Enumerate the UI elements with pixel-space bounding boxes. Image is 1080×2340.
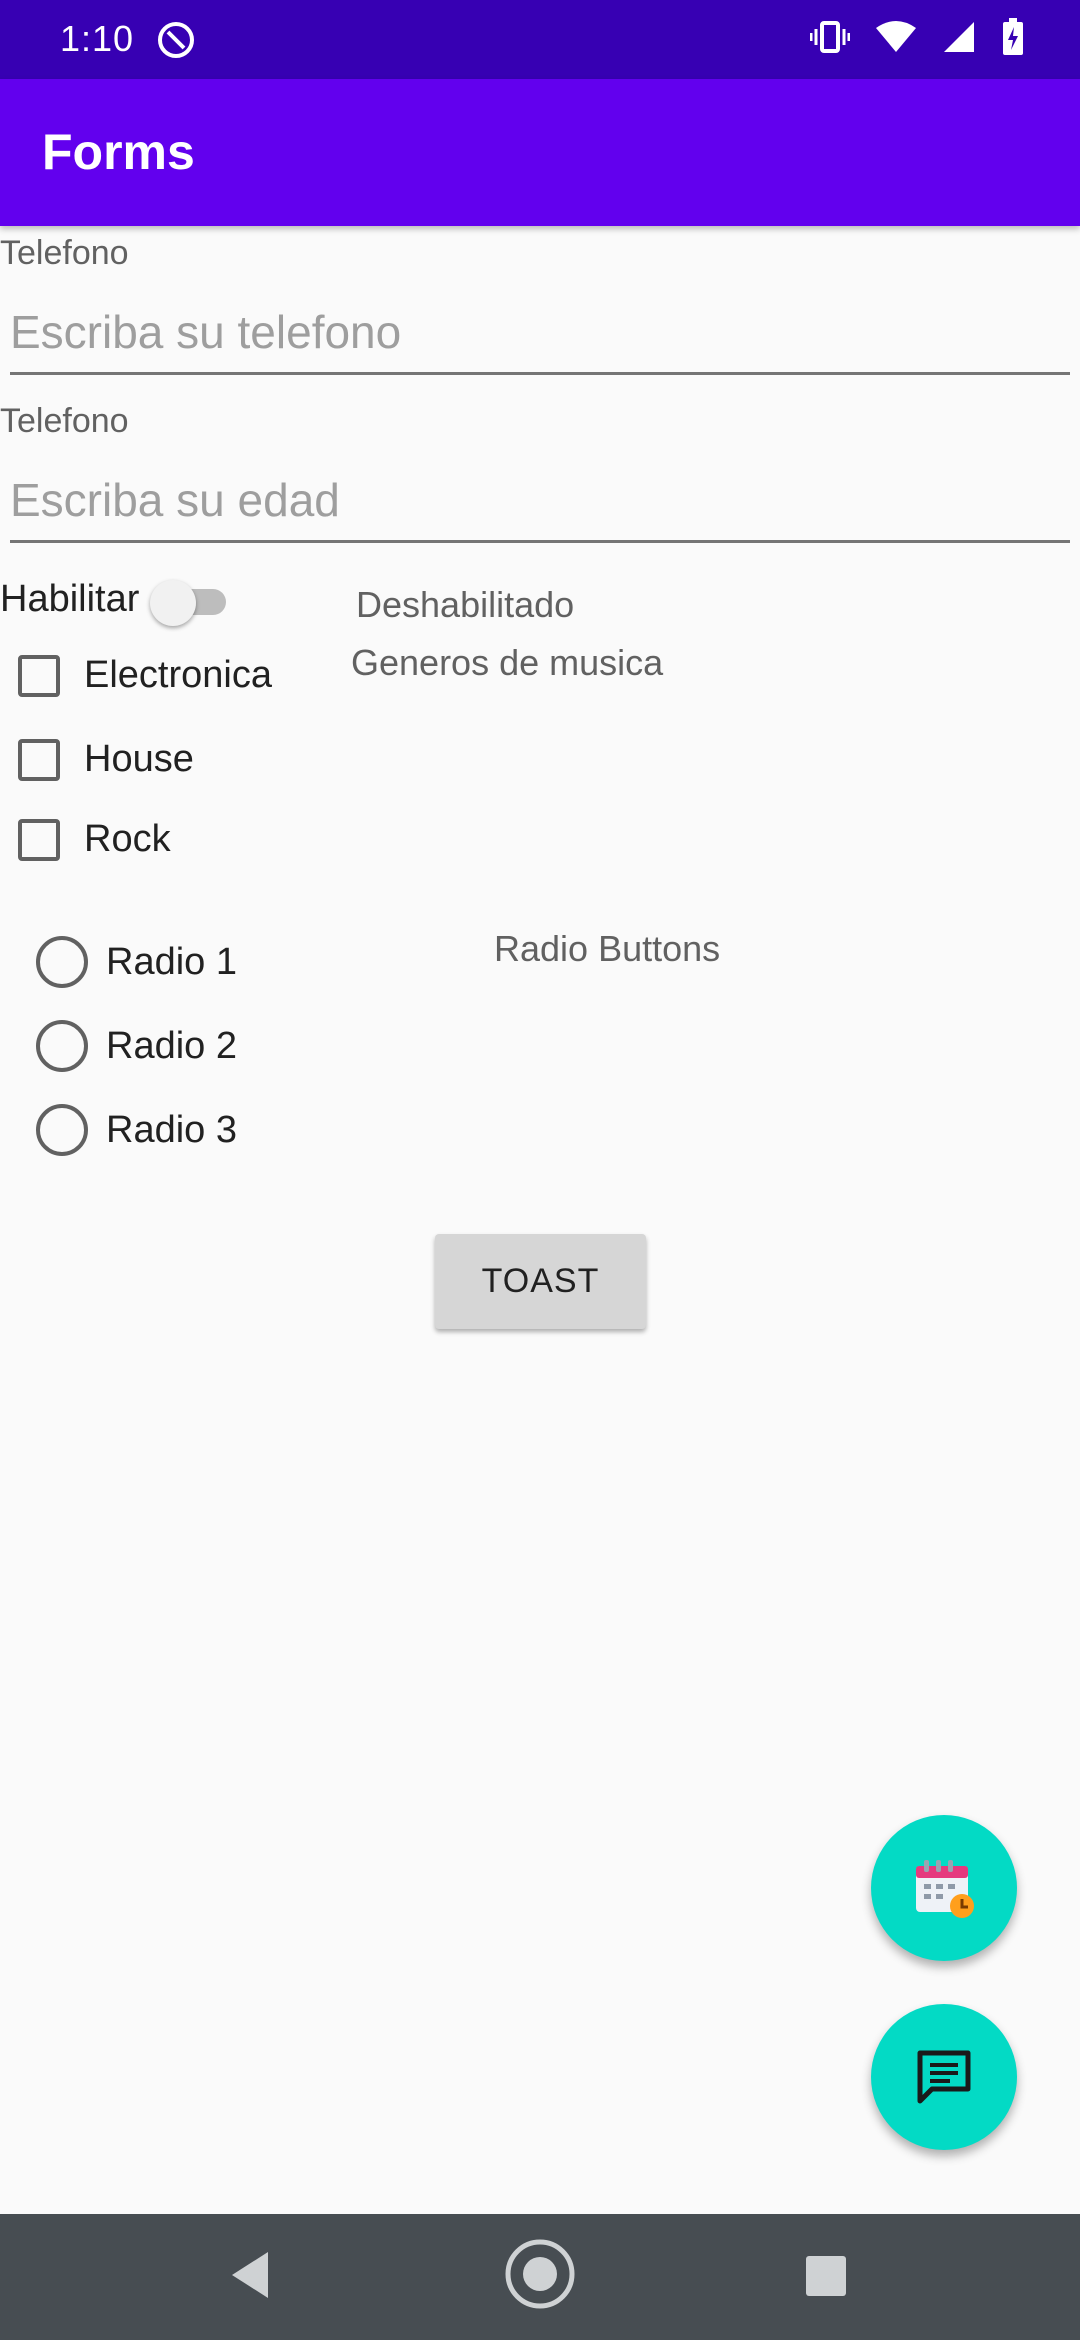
wifi-icon — [876, 21, 916, 52]
radio-3[interactable]: Radio 3 — [36, 1104, 237, 1156]
switch-status-text: Deshabilitado — [356, 584, 575, 625]
radio-circle[interactable] — [36, 1104, 88, 1156]
calendar-clock-icon — [916, 1860, 974, 1918]
vibrate-icon — [810, 21, 850, 53]
phone-input[interactable] — [10, 292, 1070, 375]
status-bar: 1:10 — [0, 0, 1080, 79]
checkbox-box[interactable] — [18, 818, 60, 861]
checkbox-house[interactable]: House — [18, 738, 194, 781]
radio-1[interactable]: Radio 1 — [36, 936, 237, 988]
radio-title: Radio Buttons — [494, 928, 721, 969]
checkbox-box[interactable] — [18, 738, 60, 781]
radio-label: Radio 2 — [106, 1024, 237, 1067]
calendar-fab[interactable] — [871, 1815, 1017, 1961]
age-input[interactable] — [10, 460, 1070, 543]
checkbox-label: House — [84, 738, 194, 780]
checkbox-box[interactable] — [18, 654, 60, 697]
app-bar: Forms — [0, 79, 1080, 226]
checkbox-electronica[interactable]: Electronica — [18, 654, 272, 697]
radio-circle[interactable] — [36, 936, 88, 988]
age-label: Telefono — [0, 402, 129, 440]
home-icon[interactable] — [504, 2238, 576, 2310]
switch-thumb — [150, 580, 196, 626]
chat-message-icon — [917, 2050, 971, 2104]
toast-button[interactable]: TOAST — [435, 1234, 646, 1329]
back-icon[interactable] — [228, 2250, 272, 2300]
genres-title: Generos de musica — [351, 642, 664, 683]
recents-icon[interactable] — [806, 2256, 846, 2296]
radio-label: Radio 3 — [106, 1108, 237, 1151]
checkbox-rock[interactable]: Rock — [18, 818, 171, 861]
chat-fab[interactable] — [871, 2004, 1017, 2150]
checkbox-label: Electronica — [84, 654, 272, 696]
enable-switch[interactable] — [150, 578, 230, 626]
enable-switch-label: Habilitar — [0, 578, 140, 620]
at-sign-icon — [158, 22, 194, 58]
status-icons — [810, 18, 1024, 56]
battery-charging-icon — [1003, 18, 1023, 55]
status-time: 1:10 — [60, 18, 135, 59]
radio-2[interactable]: Radio 2 — [36, 1020, 237, 1072]
radio-circle[interactable] — [36, 1020, 88, 1072]
cell-signal-icon — [944, 22, 974, 52]
app-title: Forms — [42, 124, 195, 180]
system-nav-bar — [0, 2214, 1080, 2340]
checkbox-label: Rock — [84, 818, 171, 860]
radio-label: Radio 1 — [106, 940, 237, 983]
phone-label: Telefono — [0, 234, 129, 272]
